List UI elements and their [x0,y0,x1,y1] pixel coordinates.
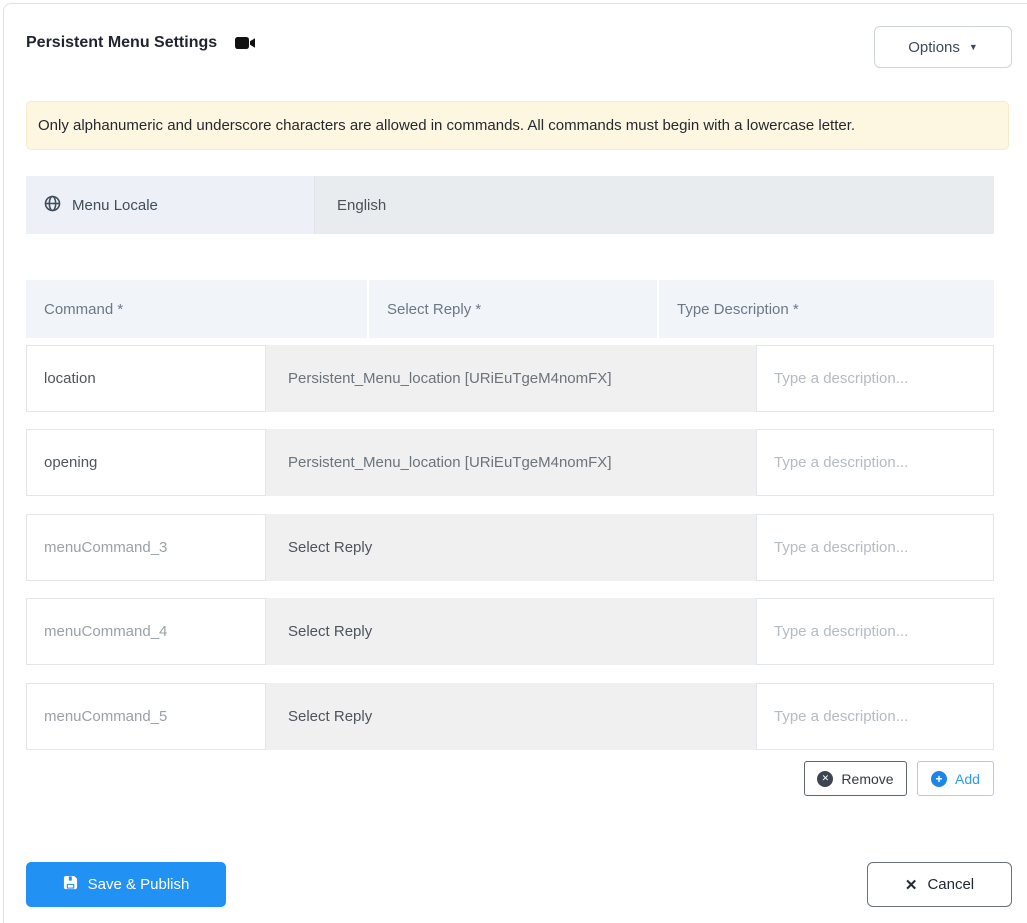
add-row-button[interactable]: + Add [917,761,994,796]
remove-circle-icon: ✕ [817,770,834,787]
column-header-type-description: Type Description * [659,280,994,338]
options-button-label: Options [908,38,960,56]
menu-locale-value[interactable]: English [315,176,994,234]
select-reply-dropdown[interactable]: Persistent_Menu_location [URiEuTgeM4nomF… [266,345,756,412]
description-input[interactable] [756,598,994,665]
select-reply-value: Persistent_Menu_location [URiEuTgeM4nomF… [288,370,612,387]
column-header-command: Command * [26,280,367,338]
save-publish-label: Save & Publish [87,876,190,893]
save-publish-button[interactable]: Save & Publish [26,862,226,907]
page-title: Persistent Menu Settings [26,34,218,51]
description-input[interactable] [756,429,994,496]
description-input[interactable] [756,345,994,412]
cancel-button[interactable]: ✕ Cancel [867,862,1012,907]
settings-card: Persistent Menu Settings Options ▼ Only … [3,3,1027,923]
warning-banner-text: Only alphanumeric and underscore charact… [38,117,856,134]
menu-locale-value-text: English [337,196,387,214]
remove-row-button[interactable]: ✕ Remove [804,761,907,796]
select-reply-dropdown[interactable]: Select Reply [266,514,756,581]
add-circle-icon: + [931,770,948,787]
floppy-disk-icon [63,875,78,894]
globe-icon [44,195,61,216]
description-input[interactable] [756,514,994,581]
page-header: Persistent Menu Settings [26,34,256,52]
select-reply-dropdown[interactable]: Persistent_Menu_location [URiEuTgeM4nomF… [266,429,756,496]
column-header-select-reply: Select Reply * [369,280,657,338]
command-input[interactable] [26,345,266,412]
select-reply-value: Persistent_Menu_location [URiEuTgeM4nomF… [288,454,612,471]
command-input[interactable] [26,514,266,581]
command-input[interactable] [26,429,266,496]
select-reply-dropdown[interactable]: Select Reply [266,683,756,750]
warning-banner: Only alphanumeric and underscore charact… [26,101,1009,150]
cancel-button-label: Cancel [927,876,975,893]
description-input[interactable] [756,683,994,750]
command-input[interactable] [26,598,266,665]
add-button-label: Add [955,770,980,787]
menu-locale-label: Menu Locale [26,176,315,234]
close-icon: ✕ [904,876,918,894]
select-reply-placeholder: Select Reply [288,623,373,640]
select-reply-placeholder: Select Reply [288,708,373,725]
options-button[interactable]: Options ▼ [874,26,1012,68]
table-row: Select Reply [26,683,994,750]
chevron-down-icon: ▼ [968,42,978,52]
menu-locale-label-text: Menu Locale [72,196,158,214]
table-row: Select Reply [26,514,994,581]
table-row: Persistent_Menu_location [URiEuTgeM4nomF… [26,429,994,496]
select-reply-placeholder: Select Reply [288,539,373,556]
table-row: Persistent_Menu_location [URiEuTgeM4nomF… [26,345,994,412]
command-input[interactable] [26,683,266,750]
select-reply-dropdown[interactable]: Select Reply [266,598,756,665]
remove-button-label: Remove [841,770,894,787]
video-camera-icon [235,36,256,50]
table-row: Select Reply [26,598,994,665]
